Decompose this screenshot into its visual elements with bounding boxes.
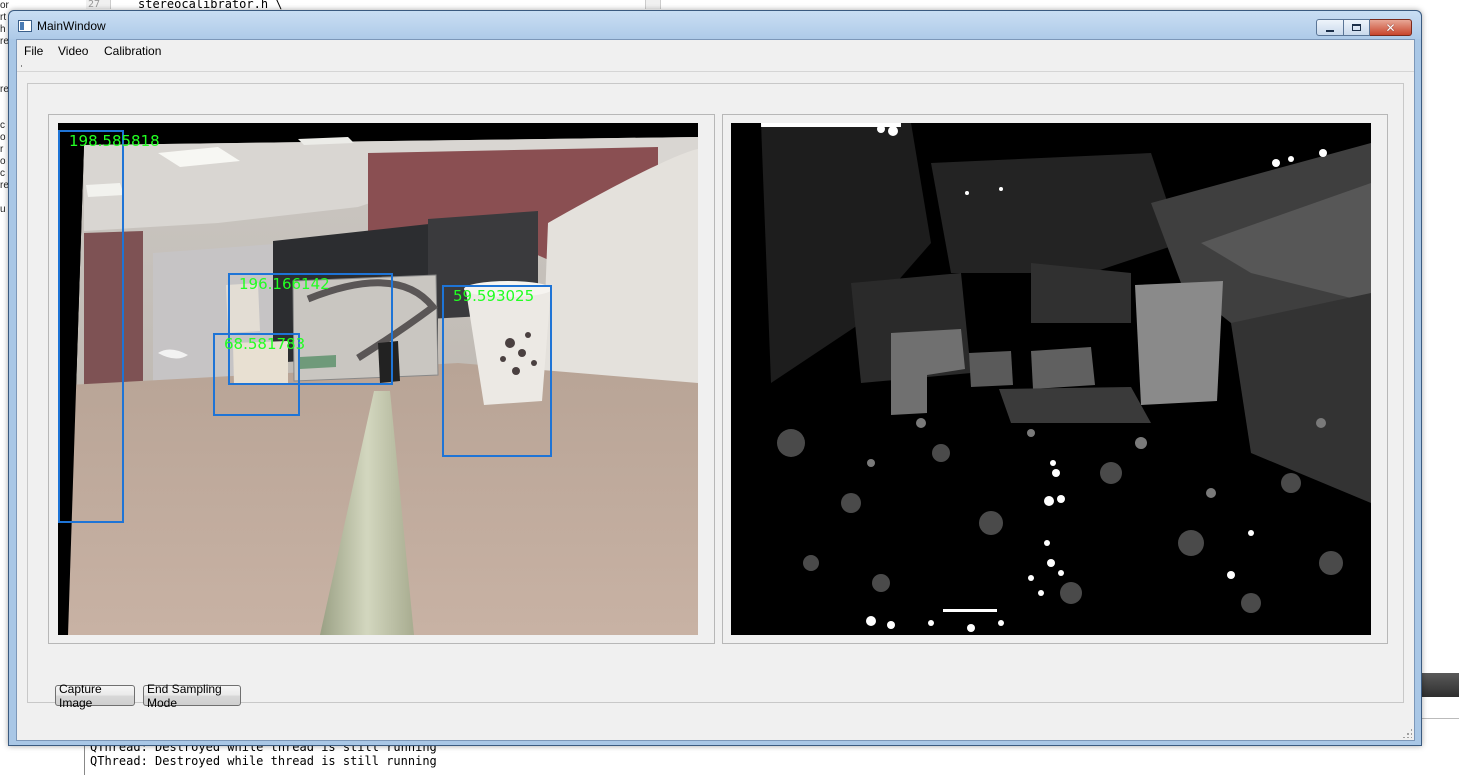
- background-text-fragment: or: [0, 0, 9, 11]
- central-widget-frame: 198.585818 196.166142 68.581783 59.593025: [27, 83, 1404, 703]
- background-dark-bar: [1422, 673, 1459, 697]
- detection-distance-label: 198.585818: [69, 132, 160, 150]
- maximize-icon: [1352, 24, 1361, 31]
- toolbar-area: [17, 62, 1414, 72]
- end-sampling-mode-button[interactable]: End Sampling Mode: [143, 682, 241, 710]
- main-window: MainWindow ✕ File Video Calibration 198.…: [8, 10, 1422, 746]
- menu-file[interactable]: File: [24, 44, 43, 58]
- detection-distance-label: 59.593025: [453, 287, 534, 305]
- window-client-area: File Video Calibration 198.585818 196.16…: [16, 39, 1415, 741]
- maximize-button[interactable]: [1344, 19, 1370, 36]
- window-title: MainWindow: [37, 19, 106, 33]
- app-window-icon: [18, 20, 32, 32]
- disparity-map-image: [731, 123, 1371, 635]
- menu-video[interactable]: Video: [58, 44, 88, 58]
- close-icon: ✕: [1385, 20, 1396, 35]
- left-camera-view: 198.585818 196.166142 68.581783 59.593025: [48, 114, 715, 644]
- minimize-button[interactable]: [1316, 19, 1344, 36]
- toolbar-grip[interactable]: [21, 65, 22, 67]
- close-button[interactable]: ✕: [1370, 19, 1412, 36]
- resize-grip[interactable]: [1402, 728, 1412, 738]
- console-line: QThread: Destroyed while thread is still…: [90, 754, 437, 768]
- camera-image: 198.585818 196.166142 68.581783 59.593025: [58, 123, 698, 635]
- right-disparity-view: [722, 114, 1388, 644]
- background-line-number: 27: [86, 0, 111, 10]
- background-line: [1422, 718, 1459, 719]
- minimize-icon: [1326, 29, 1334, 32]
- capture-image-button[interactable]: Capture Image: [55, 682, 135, 710]
- menu-calibration[interactable]: Calibration: [104, 44, 161, 58]
- menu-bar: File Video Calibration: [17, 40, 1414, 62]
- title-bar[interactable]: MainWindow ✕: [9, 11, 1421, 39]
- detection-distance-label: 196.166142: [239, 275, 330, 293]
- background-divider: [645, 0, 661, 9]
- detection-distance-label: 68.581783: [224, 335, 305, 353]
